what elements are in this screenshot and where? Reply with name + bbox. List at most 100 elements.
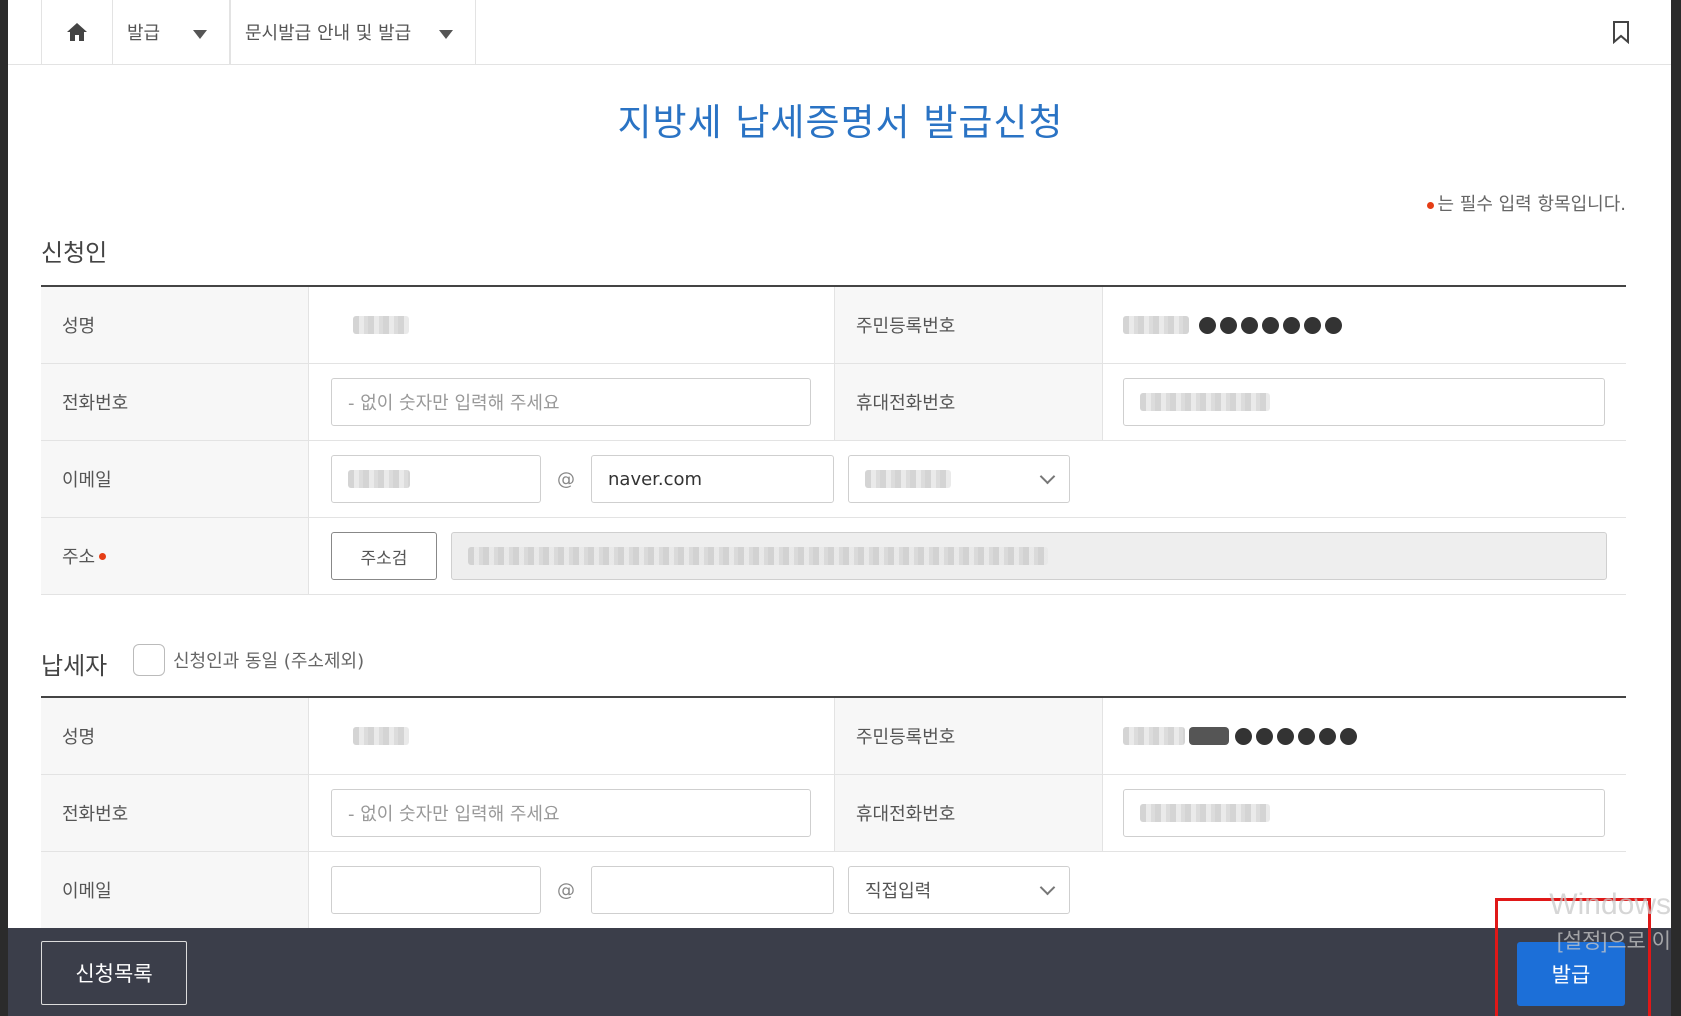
taxpayer-form: 성명 주민등록번호 전화번호 - 없이 숫자만 입력해 주세요 휴대전화번호 이… <box>41 696 1626 929</box>
applicant-row-name: 성명 주민등록번호 <box>41 287 1626 364</box>
redacted-text <box>865 470 951 488</box>
redacted-text <box>1123 727 1185 745</box>
applicant-email-domain-select[interactable] <box>848 455 1070 503</box>
redacted-text <box>353 316 409 334</box>
nav-dropdown-issue[interactable]: 발급 <box>112 0 230 64</box>
taxpayer-email-id-input[interactable] <box>331 866 541 914</box>
taxpayer-row-email: 이메일 @ 직접입력 <box>41 852 1626 929</box>
mask-dot <box>1235 727 1252 745</box>
applicant-email-cell: @ naver.com <box>331 441 1616 517</box>
address-search-button[interactable]: 주소검 <box>331 532 437 580</box>
redacted-text <box>348 470 410 488</box>
taxpayer-phone-label: 전화번호 <box>41 775 309 851</box>
nav-dropdown-document-label: 문시발급 안내 및 발급 <box>245 23 412 44</box>
redacted-text <box>353 727 409 745</box>
taxpayer-email-cell: @ 직접입력 <box>331 852 1616 928</box>
top-navigation: 발급 문시발급 안내 및 발급 <box>8 0 1671 65</box>
application-list-button[interactable]: 신청목록 <box>41 941 187 1005</box>
applicant-phone-input[interactable]: - 없이 숫자만 입력해 주세요 <box>331 378 811 426</box>
required-dot-icon <box>1426 201 1434 209</box>
taxpayer-phone-cell: - 없이 숫자만 입력해 주세요 <box>331 775 811 851</box>
masked-rrn <box>1123 727 1357 745</box>
mask-dot <box>1220 316 1237 334</box>
home-button[interactable] <box>41 0 112 64</box>
mask-dot <box>1199 316 1216 334</box>
taxpayer-row-phone: 전화번호 - 없이 숫자만 입력해 주세요 휴대전화번호 <box>41 775 1626 852</box>
caret-down-icon <box>439 30 453 39</box>
taxpayer-section-title: 납세자 <box>41 652 108 680</box>
nav-dropdown-document[interactable]: 문시발급 안내 및 발급 <box>230 0 476 64</box>
applicant-address-label: 주소 <box>41 518 309 594</box>
bottom-action-bar: 신청목록 발급 <box>8 928 1671 1016</box>
email-at-sign: @ <box>557 879 575 901</box>
taxpayer-name-label: 성명 <box>41 698 309 774</box>
taxpayer-mobile-label: 휴대전화번호 <box>834 775 1103 851</box>
taxpayer-name-value <box>331 698 833 774</box>
mask-dot <box>1241 316 1258 334</box>
bookmark-button[interactable] <box>1611 20 1631 48</box>
applicant-rrn-value <box>1123 287 1613 363</box>
windows-activation-watermark: Windows <box>1549 888 1671 921</box>
taxpayer-phone-input[interactable]: - 없이 숫자만 입력해 주세요 <box>331 789 811 837</box>
redacted-text <box>1140 804 1270 822</box>
taxpayer-email-domain-select[interactable]: 직접입력 <box>848 866 1070 914</box>
taxpayer-rrn-value <box>1123 698 1613 774</box>
taxpayer-email-select-value: 직접입력 <box>865 881 932 902</box>
mask-dot <box>1283 316 1300 334</box>
required-dot-icon <box>99 552 107 560</box>
redacted-text <box>468 547 1048 565</box>
redacted-text <box>1140 393 1270 411</box>
applicant-email-label: 이메일 <box>41 441 309 517</box>
chevron-down-icon <box>1039 468 1056 484</box>
same-as-applicant-option[interactable]: 신청인과 동일 (주소제외) <box>133 644 364 676</box>
applicant-mobile-cell <box>1123 364 1613 440</box>
applicant-section-title: 신청인 <box>41 239 108 267</box>
same-as-applicant-checkbox[interactable] <box>133 644 165 676</box>
applicant-address-cell: 주소검 <box>331 518 1616 594</box>
mask-dot <box>1277 727 1294 745</box>
taxpayer-email-label: 이메일 <box>41 852 309 928</box>
taxpayer-rrn-label: 주민등록번호 <box>834 698 1103 774</box>
mask-dot <box>1298 727 1315 745</box>
chevron-down-icon <box>1039 879 1056 895</box>
required-note: 는 필수 입력 항목입니다. <box>1426 190 1627 216</box>
redacted-block <box>1189 727 1229 745</box>
applicant-rrn-label: 주민등록번호 <box>834 287 1103 363</box>
mask-dot <box>1319 727 1336 745</box>
mask-dot <box>1262 316 1279 334</box>
applicant-email-id-input[interactable] <box>331 455 541 503</box>
applicant-row-email: 이메일 @ naver.com <box>41 441 1626 518</box>
mask-dot <box>1256 727 1273 745</box>
taxpayer-row-name: 성명 주민등록번호 <box>41 698 1626 775</box>
taxpayer-email-domain-input[interactable] <box>591 866 834 914</box>
applicant-name-value <box>331 287 833 363</box>
page-title: 지방세 납세증명서 발급신청 <box>617 101 1064 144</box>
mask-dot <box>1325 316 1342 334</box>
taxpayer-mobile-input[interactable] <box>1123 789 1605 837</box>
mask-dot <box>1340 727 1357 745</box>
redacted-text <box>1123 316 1189 334</box>
bookmark-icon <box>1613 21 1629 45</box>
windows-activation-watermark-sub: [설정]으로 이 <box>1556 930 1671 953</box>
email-at-sign: @ <box>557 468 575 490</box>
required-note-text: 는 필수 입력 항목입니다. <box>1437 194 1627 215</box>
applicant-phone-cell: - 없이 숫자만 입력해 주세요 <box>331 364 811 440</box>
taxpayer-mobile-cell <box>1123 775 1613 851</box>
applicant-mobile-input[interactable] <box>1123 378 1605 426</box>
same-as-applicant-label: 신청인과 동일 (주소제외) <box>173 651 365 672</box>
applicant-email-domain-input[interactable]: naver.com <box>591 455 834 503</box>
window-edge-left <box>0 0 8 1016</box>
applicant-row-address: 주소 주소검 <box>41 518 1626 595</box>
applicant-name-label: 성명 <box>41 287 309 363</box>
nav-dropdown-issue-label: 발급 <box>127 23 161 44</box>
applicant-mobile-label: 휴대전화번호 <box>834 364 1103 440</box>
applicant-address-input <box>451 532 1607 580</box>
home-icon <box>67 23 87 41</box>
applicant-phone-label: 전화번호 <box>41 364 309 440</box>
applicant-row-phone: 전화번호 - 없이 숫자만 입력해 주세요 휴대전화번호 <box>41 364 1626 441</box>
mask-dot <box>1304 316 1321 334</box>
window-edge-right <box>1671 0 1681 1016</box>
masked-rrn <box>1123 316 1342 334</box>
applicant-form: 성명 주민등록번호 전화번호 - 없이 숫자만 입력해 주세요 휴대전화번호 이… <box>41 285 1626 595</box>
caret-down-icon <box>193 30 207 39</box>
